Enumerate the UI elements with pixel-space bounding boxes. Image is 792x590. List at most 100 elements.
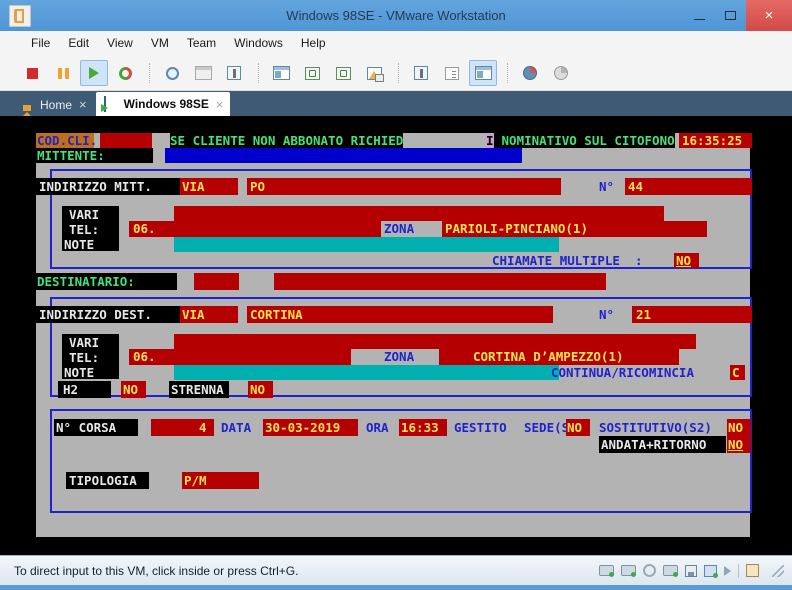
- vm-icon: [103, 96, 118, 112]
- mitt-via-label: VIA: [182, 179, 205, 194]
- mittente-input[interactable]: [165, 148, 522, 163]
- vm-settings-button[interactable]: [407, 60, 435, 86]
- vmware-workstation-window: Windows 98SE - VMware Workstation × File…: [0, 0, 792, 590]
- floppy-icon[interactable]: [685, 564, 697, 577]
- menu-file[interactable]: File: [22, 33, 59, 53]
- destinatario-input-b[interactable]: [274, 273, 606, 290]
- dest-via-value: CORTINA: [250, 307, 303, 322]
- maximize-button[interactable]: [715, 0, 746, 31]
- window-title: Windows 98SE - VMware Workstation: [286, 8, 506, 23]
- dest-note-label: NOTE: [64, 365, 95, 380]
- strenna-label: STRENNA: [171, 382, 224, 397]
- pause-icon: [57, 67, 69, 79]
- vm-summary-button[interactable]: [438, 60, 466, 86]
- hard-disk-2-icon[interactable]: [621, 565, 636, 577]
- tipologia-label: TIPOLOGIA: [69, 473, 137, 488]
- dest-zona-value: CORTINA D’AMPEZZO(1): [473, 349, 624, 364]
- status-separator: [738, 563, 739, 578]
- reset-icon: [115, 63, 135, 83]
- dest-via-label: VIA: [182, 307, 205, 322]
- dest-note-field[interactable]: [174, 365, 559, 380]
- menu-help[interactable]: Help: [292, 33, 335, 53]
- snapshot-icon: [165, 66, 179, 80]
- tab-windows-98se[interactable]: Windows 98SE ×: [95, 92, 231, 116]
- snapshot-manager-button[interactable]: [220, 60, 248, 86]
- toolbar-separator-3: [398, 63, 400, 83]
- dest-tel-prefix: 06.: [133, 349, 156, 364]
- mitt-tel-label: TEL:: [69, 222, 100, 237]
- hint-cursor: I: [486, 133, 494, 148]
- warning-icon: [368, 70, 379, 79]
- show-sidebar-button[interactable]: [267, 60, 295, 86]
- snapshot-revert-button[interactable]: [189, 60, 217, 86]
- menu-edit[interactable]: Edit: [59, 33, 98, 53]
- close-button[interactable]: ×: [746, 0, 792, 31]
- toolbar-separator-2: [258, 63, 260, 83]
- gestito-label: GESTITO: [454, 420, 507, 435]
- sound-card-icon[interactable]: [724, 565, 731, 576]
- mitt-vari-field[interactable]: [174, 206, 664, 221]
- tab-windows-98se-close-icon[interactable]: ×: [216, 97, 224, 112]
- chiamate-multiple-value: NO: [676, 253, 692, 268]
- vmware-app-icon: [9, 4, 31, 27]
- dest-tel-field[interactable]: [129, 349, 351, 365]
- destinatario-input-a[interactable]: [194, 273, 239, 290]
- reset-button[interactable]: [111, 60, 139, 86]
- suspend-button[interactable]: [49, 60, 77, 86]
- unity-icon: [335, 66, 351, 80]
- dest-tel-label: TEL:: [69, 350, 100, 365]
- quick-switch-button[interactable]: [360, 60, 388, 86]
- hint-text-after: NOMINATIVO SUL CITOFONO: [494, 133, 675, 148]
- hard-disk-3-icon[interactable]: [663, 565, 678, 577]
- performance-button[interactable]: [516, 60, 544, 86]
- continua-ricomincia-label: CONTINUA/RICOMINCIA: [551, 365, 694, 380]
- network-adapter-icon[interactable]: [704, 564, 718, 578]
- chiamate-multiple-label: CHIAMATE MULTIPLE :: [492, 253, 643, 268]
- tipologia-value: P/M: [184, 473, 207, 488]
- tab-strip: Home × Windows 98SE ×: [0, 91, 792, 119]
- power-on-button[interactable]: [80, 60, 108, 86]
- cod-cli-input[interactable]: [100, 133, 152, 148]
- toolbar-separator-4: [507, 63, 509, 83]
- console-view-button[interactable]: [469, 60, 497, 86]
- menu-vm[interactable]: VM: [142, 33, 178, 53]
- mitt-tel-prefix: 06.: [133, 221, 156, 236]
- minimize-button[interactable]: [684, 0, 715, 31]
- dest-vari-field[interactable]: [174, 334, 696, 349]
- snapshot-manager-icon: [227, 66, 241, 80]
- tab-home[interactable]: Home ×: [12, 93, 94, 119]
- h2-value: NO: [123, 382, 139, 397]
- window-controls: ×: [684, 0, 792, 31]
- data-label: DATA: [221, 420, 252, 435]
- mitt-note-field[interactable]: [174, 237, 559, 252]
- mitt-numero-value: 44: [628, 179, 644, 194]
- unity-button[interactable]: [329, 60, 357, 86]
- message-log-icon[interactable]: [746, 564, 759, 577]
- snapshot-take-button[interactable]: [158, 60, 186, 86]
- menu-view[interactable]: View: [98, 33, 142, 53]
- hard-disk-icon[interactable]: [599, 565, 614, 577]
- mitt-numero-bg[interactable]: [625, 178, 752, 195]
- power-off-button[interactable]: [18, 60, 46, 86]
- menu-windows[interactable]: Windows: [225, 33, 292, 53]
- fullscreen-button[interactable]: [298, 60, 326, 86]
- sostitutivo-value: NO: [728, 420, 744, 435]
- corsa-value: 4: [199, 420, 207, 435]
- tab-home-label: Home: [40, 97, 73, 112]
- performance-alt-button[interactable]: [547, 60, 575, 86]
- dest-numero-value: 21: [636, 307, 652, 322]
- corsa-label: N° CORSA: [56, 420, 117, 435]
- status-message: To direct input to this VM, click inside…: [14, 563, 299, 578]
- data-value: 30-03-2019: [265, 420, 341, 435]
- tab-home-close-icon[interactable]: ×: [79, 97, 87, 112]
- menu-team[interactable]: Team: [178, 33, 225, 53]
- console-view-icon: [474, 66, 492, 80]
- cd-rom-icon[interactable]: [643, 564, 656, 577]
- mitt-via-value-bg[interactable]: [247, 178, 561, 195]
- toolbar: [0, 56, 792, 91]
- vm-console[interactable]: COD.CLI. SE CLIENTE NON ABBONATO RICHIED…: [0, 116, 792, 555]
- play-icon: [89, 67, 99, 79]
- destinatario-label: DESTINATARIO:: [37, 274, 135, 289]
- pie-chart-icon: [523, 66, 537, 80]
- resize-grip[interactable]: [772, 564, 784, 577]
